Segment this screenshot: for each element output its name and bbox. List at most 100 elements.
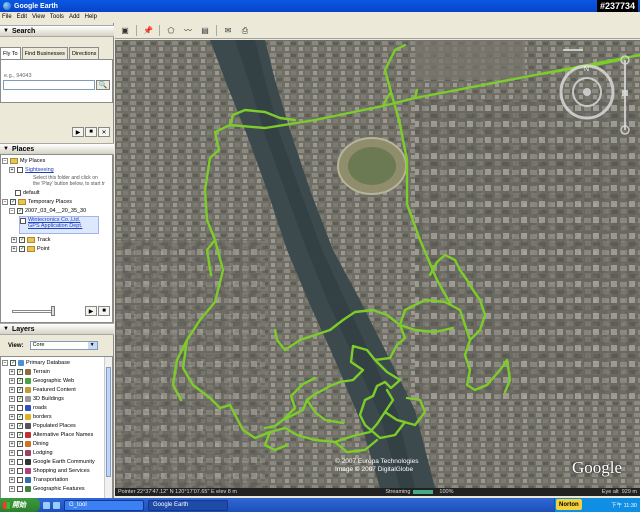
clear-button[interactable]: ✕ [98,127,110,137]
checkbox[interactable] [17,450,23,456]
layer-item[interactable]: +Geographic Web [9,377,74,385]
menu-help[interactable]: Help [85,14,97,20]
hide-sidebar-icon[interactable]: ▣ [119,25,131,37]
checkbox[interactable] [10,198,16,205]
tree-default[interactable]: default [15,189,40,197]
polygon-icon[interactable]: ⬠ [165,25,177,37]
expand-icon[interactable]: + [9,450,15,456]
checkbox[interactable] [19,245,25,252]
map-view[interactable]: N [115,40,640,488]
layer-item[interactable]: +borders [9,413,52,421]
expand-icon[interactable]: + [11,246,17,252]
checkbox[interactable] [17,459,23,465]
play-button[interactable]: ▶ [72,127,84,137]
tree-track-file[interactable]: − 2007_03_04__20_35_30 [9,207,86,215]
view-select[interactable]: Core ▼ [29,341,98,350]
layer-item[interactable]: + Geographic Features [9,485,85,493]
collapse-icon[interactable]: − [2,360,8,366]
tree-point[interactable]: + Point [11,245,50,253]
layer-item[interactable]: + Shopping and Services [9,467,90,475]
layer-item[interactable]: +Featured Content [9,386,76,394]
tree-track[interactable]: + Track [11,236,51,244]
expand-icon[interactable]: + [9,167,15,173]
collapse-icon[interactable]: − [9,208,15,214]
menu-view[interactable]: View [32,14,45,20]
print-icon[interactable]: ⎙ [239,25,251,37]
expand-icon[interactable]: + [9,423,15,429]
tree-temporary-places[interactable]: − Temporary Places [2,198,72,206]
checkbox[interactable] [17,440,23,447]
checkbox[interactable] [17,386,23,393]
checkbox[interactable] [20,218,26,224]
layer-item[interactable]: +Alternative Place Names [9,431,93,439]
expand-icon[interactable]: + [9,414,15,420]
expand-icon[interactable]: + [9,378,15,384]
layer-item[interactable]: +Dining [9,440,49,448]
menu-tools[interactable]: Tools [50,14,64,20]
tour-speed-slider[interactable] [12,310,54,313]
expand-icon[interactable]: + [9,396,15,402]
checkbox[interactable] [17,413,23,420]
checkbox[interactable] [19,236,25,243]
checkbox[interactable] [17,368,23,375]
checkbox[interactable] [17,422,23,429]
stop-button[interactable]: ■ [85,127,97,137]
tree-company-item[interactable]: Wintecronics Co.,Ltd. GPS Application De… [19,216,99,234]
expand-icon[interactable]: + [9,387,15,393]
task-g-tool[interactable]: G_tool [64,499,144,511]
checkbox[interactable] [17,377,23,384]
collapse-icon[interactable]: − [2,158,8,164]
expand-icon[interactable]: + [9,441,15,447]
tab-directions[interactable]: Directions [68,47,100,59]
tab-find-businesses[interactable]: Find Businesses [21,47,68,59]
checkbox[interactable] [17,405,23,411]
layer-item[interactable]: −Primary Database [2,359,70,367]
placemark-icon[interactable]: 📌 [142,25,154,37]
layer-item[interactable]: +Populated Places [9,422,76,430]
tab-fly-to[interactable]: Fly To [0,47,21,59]
stop-tour-button[interactable]: ■ [98,306,110,316]
slider-thumb[interactable] [51,306,55,316]
checkbox[interactable] [17,477,23,483]
checkbox[interactable] [17,486,23,492]
quick-launch-icon[interactable] [53,501,60,509]
layer-item[interactable]: + roads [9,404,47,412]
checkbox[interactable] [17,207,23,214]
expand-icon[interactable]: + [9,432,15,438]
email-icon[interactable]: ✉ [222,25,234,37]
menu-edit[interactable]: Edit [17,14,27,20]
expand-icon[interactable]: + [11,237,17,243]
layer-item[interactable]: + Transportation [9,476,68,484]
play-tour-button[interactable]: ▶ [85,306,97,316]
layers-header[interactable]: ▼ Layers [0,323,114,335]
checkbox[interactable] [17,468,23,474]
tree-my-places[interactable]: − My Places [2,157,45,165]
checkbox[interactable] [17,395,23,402]
checkbox[interactable] [17,167,23,173]
layer-item[interactable]: + Google Earth Community [9,458,95,466]
layers-scrollbar[interactable] [104,357,112,498]
checkbox[interactable] [17,431,23,438]
expand-icon[interactable]: + [9,468,15,474]
tree-sightseeing[interactable]: + Sightseeing [9,166,54,174]
menu-file[interactable]: File [2,14,12,20]
search-header[interactable]: ▼ Search [0,25,114,37]
quick-launch-icon[interactable] [43,501,50,509]
expand-icon[interactable]: + [9,486,15,492]
search-go-button[interactable]: 🔍 [96,80,110,90]
dept-link[interactable]: GPS Application Dept. [28,223,82,229]
layer-item[interactable]: + Lodging [9,449,53,457]
scrollbar-thumb[interactable] [106,367,111,477]
norton-tray-button[interactable]: Norton [556,499,582,510]
expand-icon[interactable]: + [9,369,15,375]
expand-icon[interactable]: + [9,477,15,483]
expand-icon[interactable]: + [9,459,15,465]
layer-item[interactable]: +3D Buildings [9,395,64,403]
collapse-icon[interactable]: − [2,199,8,205]
fly-to-input[interactable] [3,80,95,90]
start-button[interactable]: 開始 [0,498,40,512]
task-google-earth[interactable]: Google Earth [148,499,228,511]
image-overlay-icon[interactable]: ▤ [199,25,211,37]
menu-add[interactable]: Add [69,14,80,20]
expand-icon[interactable]: + [9,405,15,411]
